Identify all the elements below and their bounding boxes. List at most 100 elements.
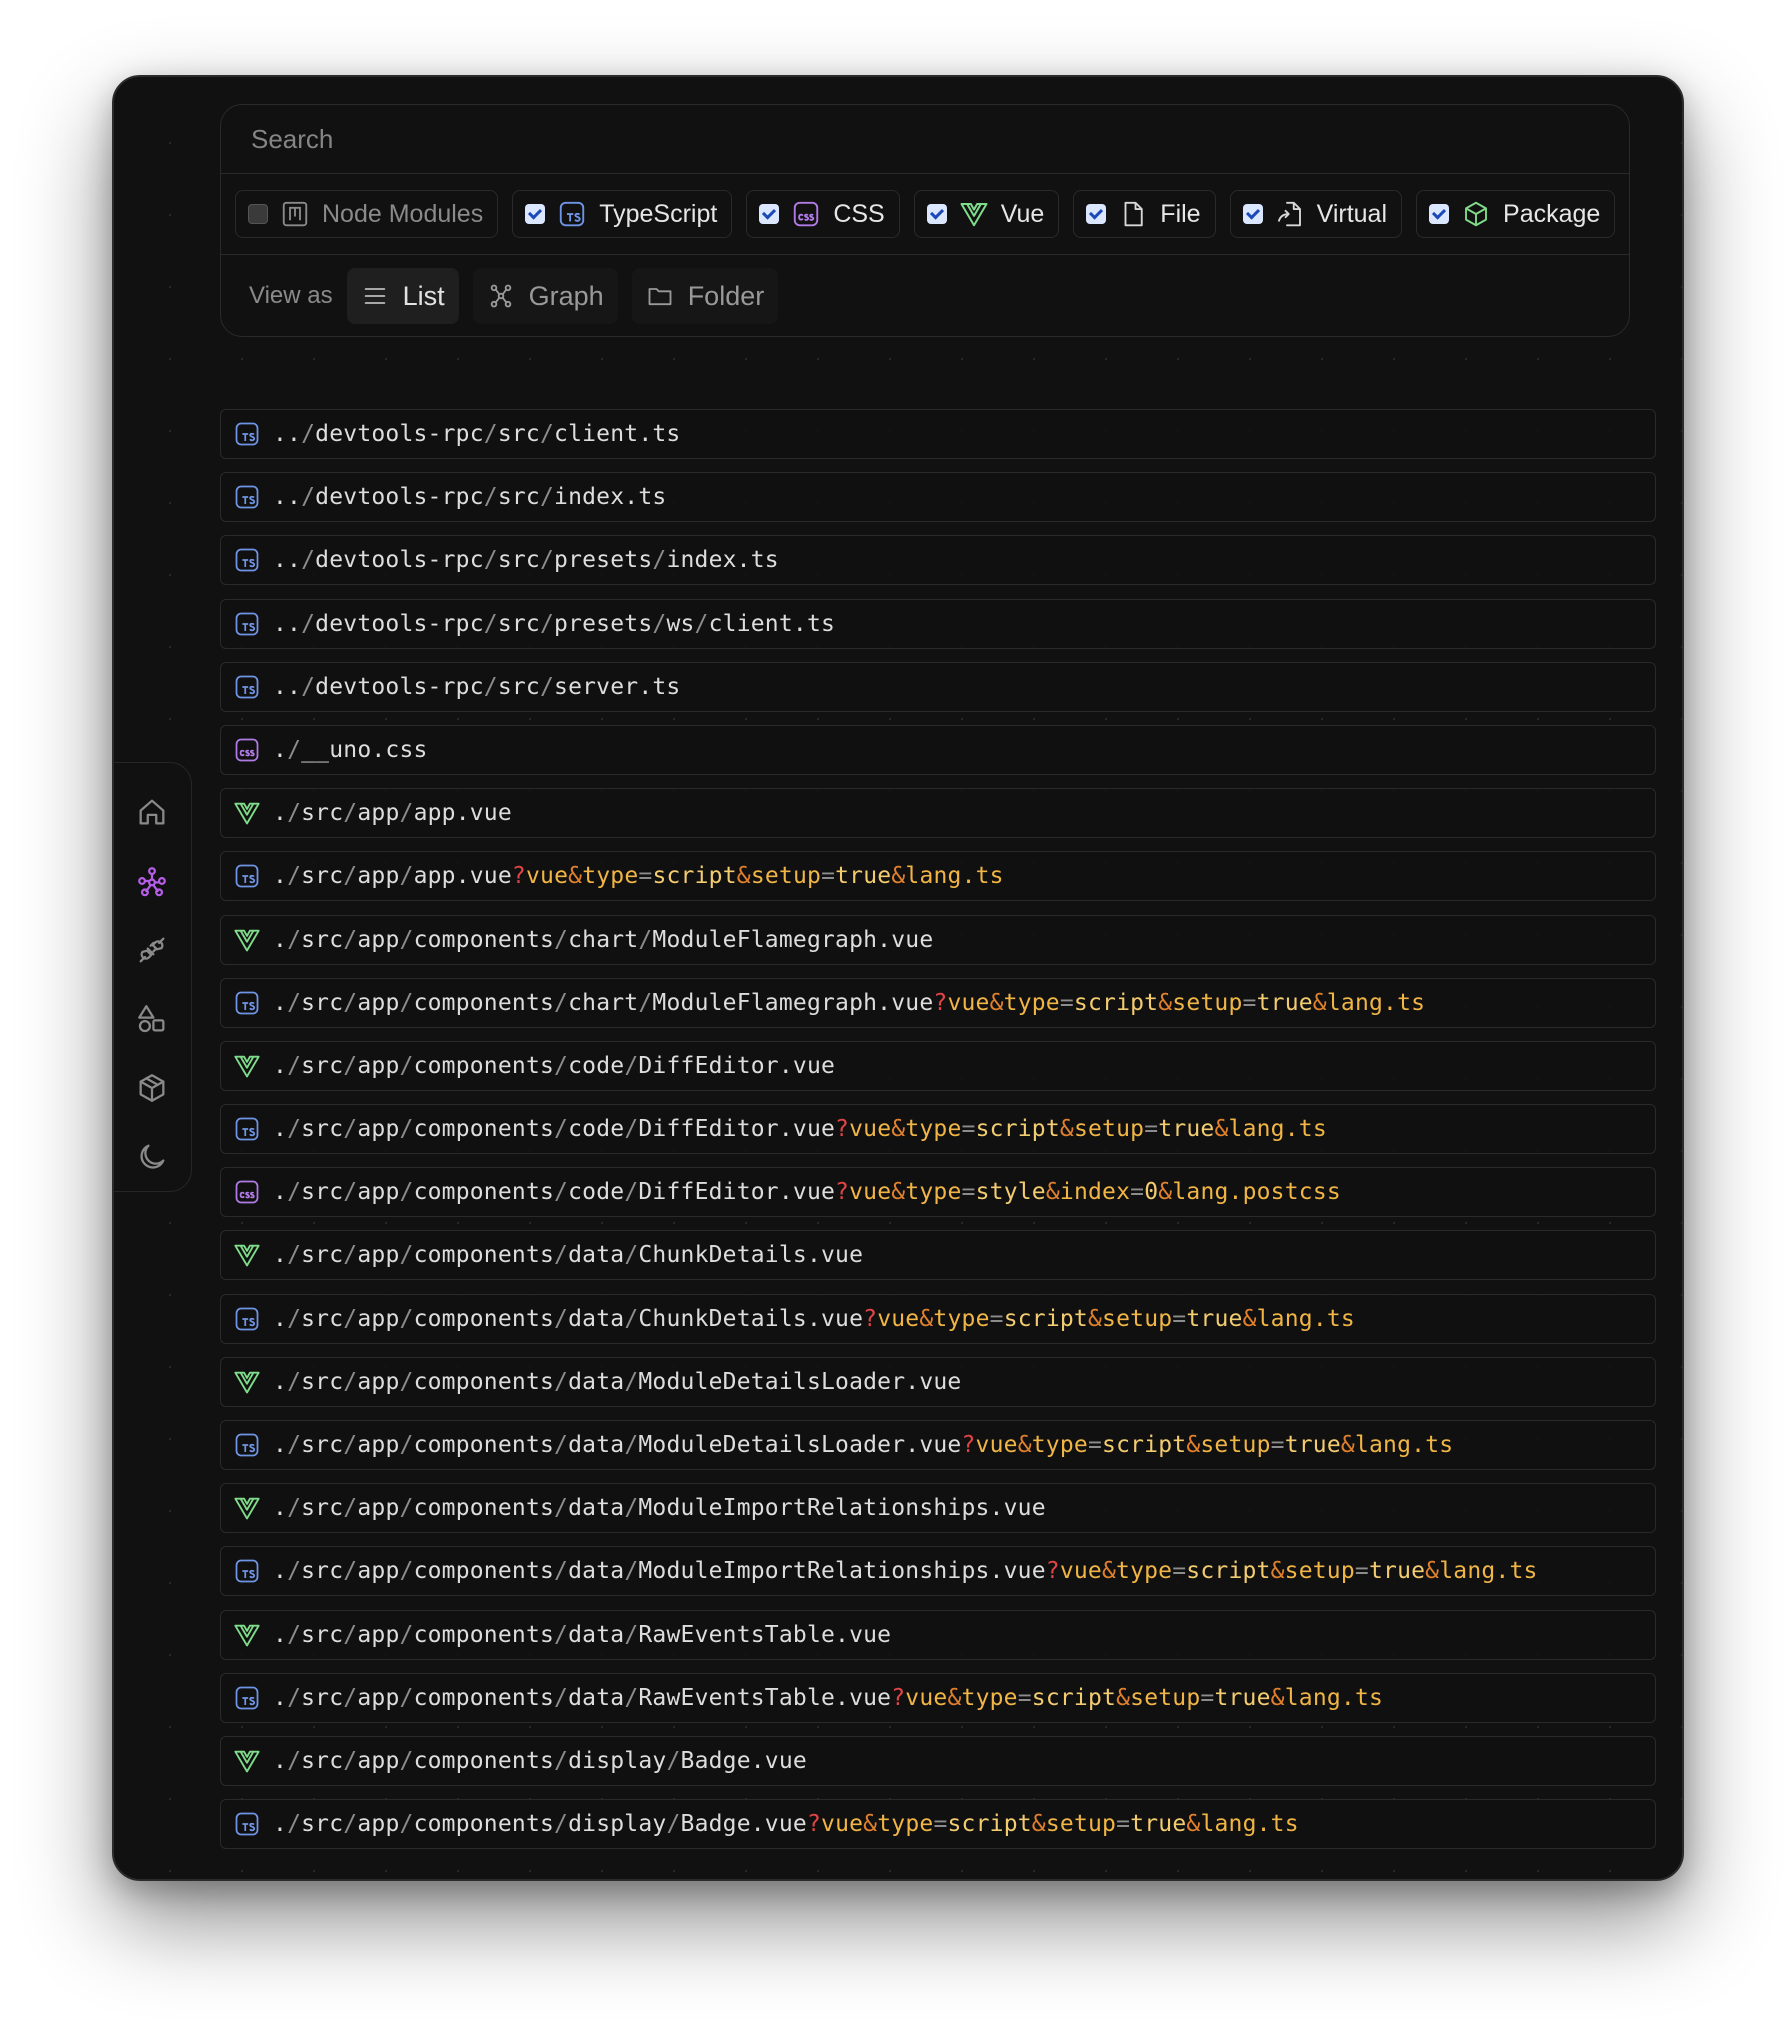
module-row[interactable]: ./src/app/components/display/Badge.vue?v… — [220, 1799, 1656, 1850]
theme-toggle[interactable] — [127, 1132, 177, 1181]
view-graph-button[interactable]: Graph — [472, 268, 618, 324]
typescript-icon — [233, 1684, 261, 1712]
checkbox-node-modules[interactable] — [248, 204, 268, 224]
nav-home[interactable] — [127, 787, 177, 836]
typescript-icon — [233, 1810, 261, 1838]
module-row[interactable]: ../devtools-rpc/src/index.ts — [220, 472, 1656, 523]
plugin-icon — [139, 937, 164, 962]
module-path: ./src/app/components/code/DiffEditor.vue… — [273, 1179, 1341, 1206]
module-row[interactable]: ./src/app/components/data/RawEventsTable… — [220, 1609, 1656, 1660]
module-path: ./src/app/components/data/RawEventsTable… — [273, 1621, 892, 1648]
nav-packages[interactable] — [127, 1063, 177, 1112]
search-input[interactable] — [249, 122, 1553, 156]
checkbox-vue[interactable] — [926, 204, 947, 224]
node-modules-icon — [280, 199, 310, 229]
typescript-icon — [233, 610, 261, 638]
css-icon — [791, 199, 821, 229]
vue-icon — [233, 1494, 261, 1522]
module-path: ./src/app/components/data/ModuleDetailsL… — [273, 1432, 1454, 1458]
checkbox-typescript[interactable] — [525, 204, 546, 224]
filter-label: Node Modules — [322, 199, 484, 228]
package-icon — [1461, 199, 1491, 229]
shapes-icon — [137, 1004, 164, 1032]
moon-icon — [139, 1144, 164, 1169]
module-path: ./src/app/components/data/ChunkDetails.v… — [273, 1242, 864, 1269]
typescript-icon — [557, 199, 587, 229]
module-row[interactable]: ../devtools-rpc/src/server.ts — [220, 661, 1656, 712]
module-row[interactable]: ./src/app/components/data/ModuleDetailsL… — [220, 1356, 1656, 1407]
module-path: ./src/app/app.vue — [273, 800, 512, 827]
typescript-icon — [233, 1557, 261, 1585]
module-path: ./src/app/components/data/ModuleImportRe… — [273, 1558, 1538, 1585]
typescript-icon — [233, 673, 261, 701]
file-icon — [1118, 199, 1148, 229]
module-path: ./src/app/components/display/Badge.vue?v… — [273, 1811, 1299, 1838]
module-row[interactable]: ../devtools-rpc/src/presets/index.ts — [220, 535, 1656, 586]
filter-vue[interactable]: Vue — [913, 190, 1060, 238]
filter-node-modules[interactable]: Node Modules — [235, 190, 499, 238]
filter-package[interactable]: Package — [1416, 190, 1616, 238]
module-row[interactable]: ./src/app/components/data/RawEventsTable… — [220, 1672, 1656, 1723]
vue-icon — [233, 1621, 261, 1649]
module-path: ./src/app/app.vue?vue&type=script&setup=… — [273, 863, 1004, 890]
nav-assets[interactable] — [127, 994, 177, 1043]
view-option-label: Folder — [687, 280, 765, 311]
module-row[interactable]: ./src/app/app.vue?vue&type=script&setup=… — [220, 851, 1656, 902]
css-icon — [233, 1178, 261, 1206]
view-list-button[interactable]: List — [346, 268, 459, 324]
nav-graph[interactable] — [127, 856, 177, 905]
typescript-icon — [233, 1305, 261, 1333]
package-icon — [139, 1073, 164, 1102]
module-path: ../devtools-rpc/src/index.ts — [273, 484, 667, 511]
module-row[interactable]: ./src/app/app.vue — [220, 788, 1656, 839]
module-row[interactable]: ./src/app/components/code/DiffEditor.vue… — [220, 1167, 1656, 1218]
sidebar — [114, 762, 192, 1192]
module-row[interactable]: ./src/app/components/data/ChunkDetails.v… — [220, 1230, 1656, 1281]
module-row[interactable]: ../devtools-rpc/src/presets/ws/client.ts — [220, 598, 1656, 649]
filter-label: TypeScript — [599, 199, 718, 228]
nav-plugins[interactable] — [127, 925, 177, 974]
module-path: ./src/app/components/display/Badge.vue — [273, 1747, 807, 1774]
view-as-label: View as — [249, 282, 333, 309]
filter-label: File — [1160, 199, 1201, 228]
typescript-icon — [233, 546, 261, 574]
filter-label: CSS — [833, 199, 885, 228]
view-option-label: Graph — [528, 280, 604, 311]
typescript-icon — [233, 1431, 261, 1459]
module-row[interactable]: ./src/app/components/chart/ModuleFlamegr… — [220, 914, 1656, 965]
checkbox-file[interactable] — [1086, 204, 1107, 224]
checkbox-package[interactable] — [1429, 204, 1450, 224]
typescript-icon — [233, 989, 261, 1017]
module-path: ../devtools-rpc/src/presets/index.ts — [273, 547, 779, 574]
module-path: ./src/app/components/chart/ModuleFlamegr… — [273, 989, 1426, 1016]
filter-virtual[interactable]: Virtual — [1229, 190, 1403, 238]
module-row[interactable]: ./src/app/components/data/ChunkDetails.v… — [220, 1293, 1656, 1344]
checkbox-css[interactable] — [759, 204, 780, 224]
module-path: ./__uno.css — [273, 736, 428, 763]
vue-icon — [233, 1747, 261, 1775]
filter-label: Vue — [1000, 199, 1045, 228]
module-row[interactable]: ./src/app/components/data/ModuleImportRe… — [220, 1483, 1656, 1534]
module-row[interactable]: ./src/app/components/code/DiffEditor.vue — [220, 1040, 1656, 1091]
module-list: ../devtools-rpc/src/client.ts ../devtools… — [220, 409, 1656, 1862]
vue-icon — [233, 1052, 261, 1080]
filter-file[interactable]: File — [1073, 190, 1216, 238]
checkbox-virtual[interactable] — [1242, 204, 1263, 224]
module-row[interactable]: ./src/app/components/chart/ModuleFlamegr… — [220, 977, 1656, 1028]
home-icon — [139, 799, 164, 824]
module-row[interactable]: ./src/app/components/code/DiffEditor.vue… — [220, 1104, 1656, 1155]
module-path: ./src/app/components/data/ChunkDetails.v… — [273, 1305, 1355, 1332]
list-icon — [364, 288, 385, 304]
filter-css[interactable]: CSS — [746, 190, 900, 238]
module-path: ../devtools-rpc/src/presets/ws/client.ts — [273, 610, 836, 637]
module-row[interactable]: ./src/app/components/data/ModuleDetailsL… — [220, 1420, 1656, 1470]
module-row[interactable]: ../devtools-rpc/src/client.ts — [220, 409, 1656, 459]
module-row[interactable]: ./src/app/components/display/Badge.vue — [220, 1735, 1656, 1786]
module-path: ./src/app/components/chart/ModuleFlamegr… — [273, 926, 934, 953]
module-path: ../devtools-rpc/src/server.ts — [273, 673, 681, 700]
view-folder-button[interactable]: Folder — [631, 268, 779, 324]
module-row[interactable]: ./src/app/components/data/ModuleImportRe… — [220, 1546, 1656, 1597]
vue-icon — [959, 199, 989, 229]
module-row[interactable]: ./__uno.css — [220, 724, 1656, 775]
filter-typescript[interactable]: TypeScript — [512, 190, 733, 238]
